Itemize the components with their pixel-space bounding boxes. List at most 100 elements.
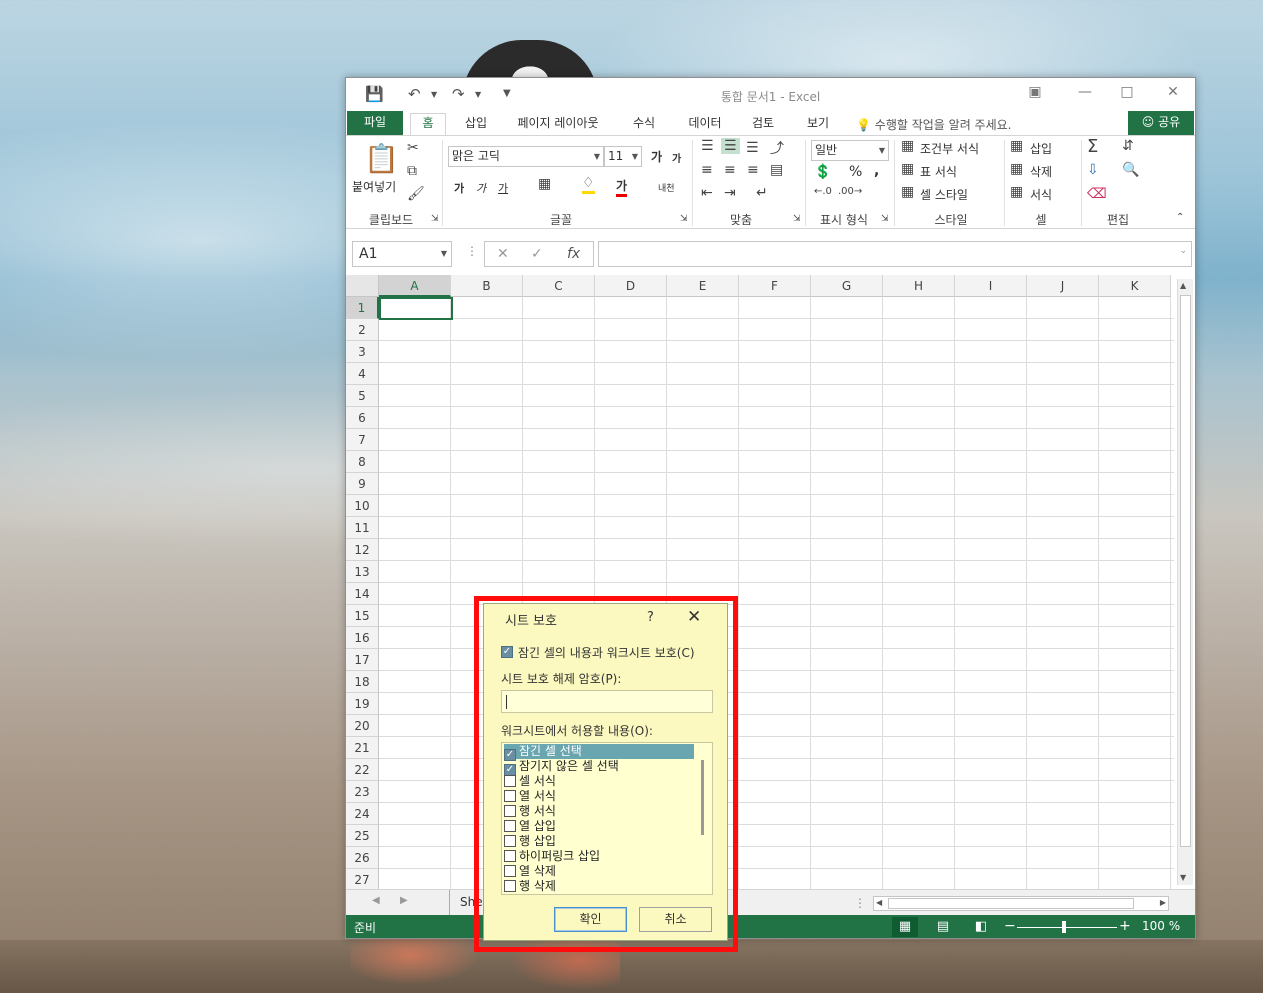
zoom-slider[interactable] — [1017, 927, 1117, 928]
row-header[interactable]: 15 — [346, 605, 379, 627]
active-cell[interactable] — [379, 297, 453, 320]
row-header[interactable]: 17 — [346, 649, 379, 671]
list-item[interactable]: 셀 서식 — [504, 774, 694, 789]
align-left-icon[interactable]: ≡ — [701, 162, 713, 178]
row-header[interactable]: 16 — [346, 627, 379, 649]
format-cells-icon[interactable]: ▦ — [1010, 184, 1023, 200]
conditional-format-icon[interactable]: ▦ — [901, 138, 914, 154]
formula-input[interactable]: ⌄ — [598, 241, 1192, 267]
tab-page-layout[interactable]: 페이지 레이아웃 — [508, 114, 608, 135]
align-middle-icon[interactable]: ☰ — [721, 138, 740, 154]
zoom-in-icon[interactable]: + — [1119, 918, 1131, 934]
italic-button[interactable]: 가 — [476, 180, 486, 196]
orientation-icon[interactable]: ⤴ — [770, 138, 784, 158]
collapse-ribbon-icon[interactable]: ⌃ — [1176, 212, 1184, 223]
insert-cells-button[interactable]: 삽입 — [1030, 140, 1052, 157]
permission-checkbox[interactable] — [504, 805, 516, 817]
zoom-slider-knob[interactable] — [1062, 921, 1066, 933]
enter-icon[interactable]: ✓ — [531, 246, 543, 262]
row-header[interactable]: 3 — [346, 341, 379, 363]
column-header[interactable]: I — [955, 275, 1027, 297]
column-header[interactable]: B — [451, 275, 523, 297]
font-launcher-icon[interactable]: ⇲ — [680, 214, 688, 224]
clear-icon[interactable]: ⌫ — [1087, 186, 1107, 202]
permission-checkbox[interactable] — [504, 850, 516, 862]
autosum-icon[interactable]: Σ — [1087, 136, 1098, 157]
grow-font-button[interactable]: 가 — [651, 148, 662, 165]
column-header[interactable]: F — [739, 275, 811, 297]
cancel-icon[interactable]: ✕ — [497, 246, 509, 262]
table-format-icon[interactable]: ▦ — [901, 161, 914, 177]
ok-button[interactable]: 확인 — [554, 907, 627, 932]
conditional-format-button[interactable]: 조건부 서식 — [920, 140, 979, 157]
comma-button[interactable]: , — [874, 163, 879, 179]
row-header[interactable]: 19 — [346, 693, 379, 715]
cell-style-icon[interactable]: ▦ — [901, 184, 914, 200]
tab-home[interactable]: 홈 — [410, 113, 446, 136]
normal-view-icon[interactable]: ▦ — [892, 917, 918, 937]
list-item[interactable]: 행 삽입 — [504, 834, 694, 849]
align-top-icon[interactable]: ☰ — [701, 138, 714, 154]
maximize-icon[interactable]: □ — [1114, 84, 1140, 100]
next-sheet-icon[interactable]: ▶ — [400, 895, 408, 906]
decrease-indent-icon[interactable]: ⇤ — [701, 185, 713, 201]
accounting-format-icon[interactable]: 💲 — [814, 164, 831, 180]
help-icon[interactable]: ? — [647, 610, 654, 625]
scroll-left-icon[interactable]: ◀ — [876, 898, 882, 907]
paste-icon[interactable]: 📋 — [364, 142, 399, 175]
column-header[interactable]: A — [379, 275, 451, 297]
column-header[interactable]: E — [667, 275, 739, 297]
row-header[interactable]: 6 — [346, 407, 379, 429]
row-header[interactable]: 26 — [346, 847, 379, 869]
font-name-select[interactable]: 맑은 고딕 ▼ — [448, 146, 604, 167]
alignment-launcher-icon[interactable]: ⇲ — [793, 214, 801, 224]
share-button[interactable]: ☺ 공유 — [1128, 111, 1194, 135]
column-header[interactable]: C — [523, 275, 595, 297]
increase-indent-icon[interactable]: ⇥ — [724, 185, 736, 201]
horizontal-scrollbar[interactable]: ◀ ▶ — [873, 896, 1169, 911]
bold-button[interactable]: 가 — [454, 180, 464, 196]
row-header[interactable]: 12 — [346, 539, 379, 561]
row-header[interactable]: 27 — [346, 869, 379, 891]
list-scrollbar[interactable] — [701, 760, 704, 835]
list-item[interactable]: 열 삽입 — [504, 819, 694, 834]
column-header[interactable]: K — [1099, 275, 1171, 297]
permission-checkbox[interactable] — [504, 790, 516, 802]
row-header[interactable]: 25 — [346, 825, 379, 847]
align-center-icon[interactable]: ≡ — [724, 162, 736, 178]
select-all-corner[interactable] — [346, 275, 379, 297]
underline-button[interactable]: 가 — [498, 180, 508, 196]
tab-review[interactable]: 검토 — [743, 114, 783, 135]
row-header[interactable]: 1 — [346, 297, 379, 319]
row-header[interactable]: 10 — [346, 495, 379, 517]
list-item[interactable]: 열 서식 — [504, 789, 694, 804]
row-header[interactable]: 5 — [346, 385, 379, 407]
column-header[interactable]: G — [811, 275, 883, 297]
number-launcher-icon[interactable]: ⇲ — [881, 214, 889, 224]
protect-checkbox[interactable]: ✓ — [501, 646, 513, 658]
delete-cells-icon[interactable]: ▦ — [1010, 161, 1023, 177]
wrap-text-icon[interactable]: ↵ — [756, 185, 768, 201]
delete-cells-button[interactable]: 삭제 — [1030, 163, 1052, 180]
align-bottom-icon[interactable]: ☰ — [746, 140, 759, 156]
row-header[interactable]: 14 — [346, 583, 379, 605]
list-item[interactable]: 행 서식 — [504, 804, 694, 819]
paste-label[interactable]: 붙여넣기 — [352, 178, 396, 195]
prev-sheet-icon[interactable]: ◀ — [372, 895, 380, 906]
borders-icon[interactable]: ▦ — [538, 176, 551, 192]
row-header[interactable]: 2 — [346, 319, 379, 341]
list-item[interactable]: 열 삭제 — [504, 864, 694, 879]
column-header[interactable]: J — [1027, 275, 1099, 297]
list-item[interactable]: ✓ 잠긴 셀 선택 — [504, 744, 694, 761]
fill-color-icon[interactable]: ♢ — [582, 175, 595, 194]
minimize-icon[interactable]: — — [1072, 84, 1098, 100]
cell-style-button[interactable]: 셀 스타일 — [920, 186, 968, 203]
cancel-button[interactable]: 취소 — [639, 907, 712, 932]
decrease-decimal-icon[interactable]: .00→ — [838, 186, 862, 197]
tab-data[interactable]: 데이터 — [680, 114, 730, 135]
list-item[interactable]: 하이퍼링크 삽입 — [504, 849, 694, 864]
zoom-out-icon[interactable]: − — [1004, 918, 1016, 934]
tab-view[interactable]: 보기 — [798, 114, 838, 135]
increase-decimal-icon[interactable]: ←.0 — [814, 186, 832, 197]
permission-checkbox[interactable] — [504, 820, 516, 832]
